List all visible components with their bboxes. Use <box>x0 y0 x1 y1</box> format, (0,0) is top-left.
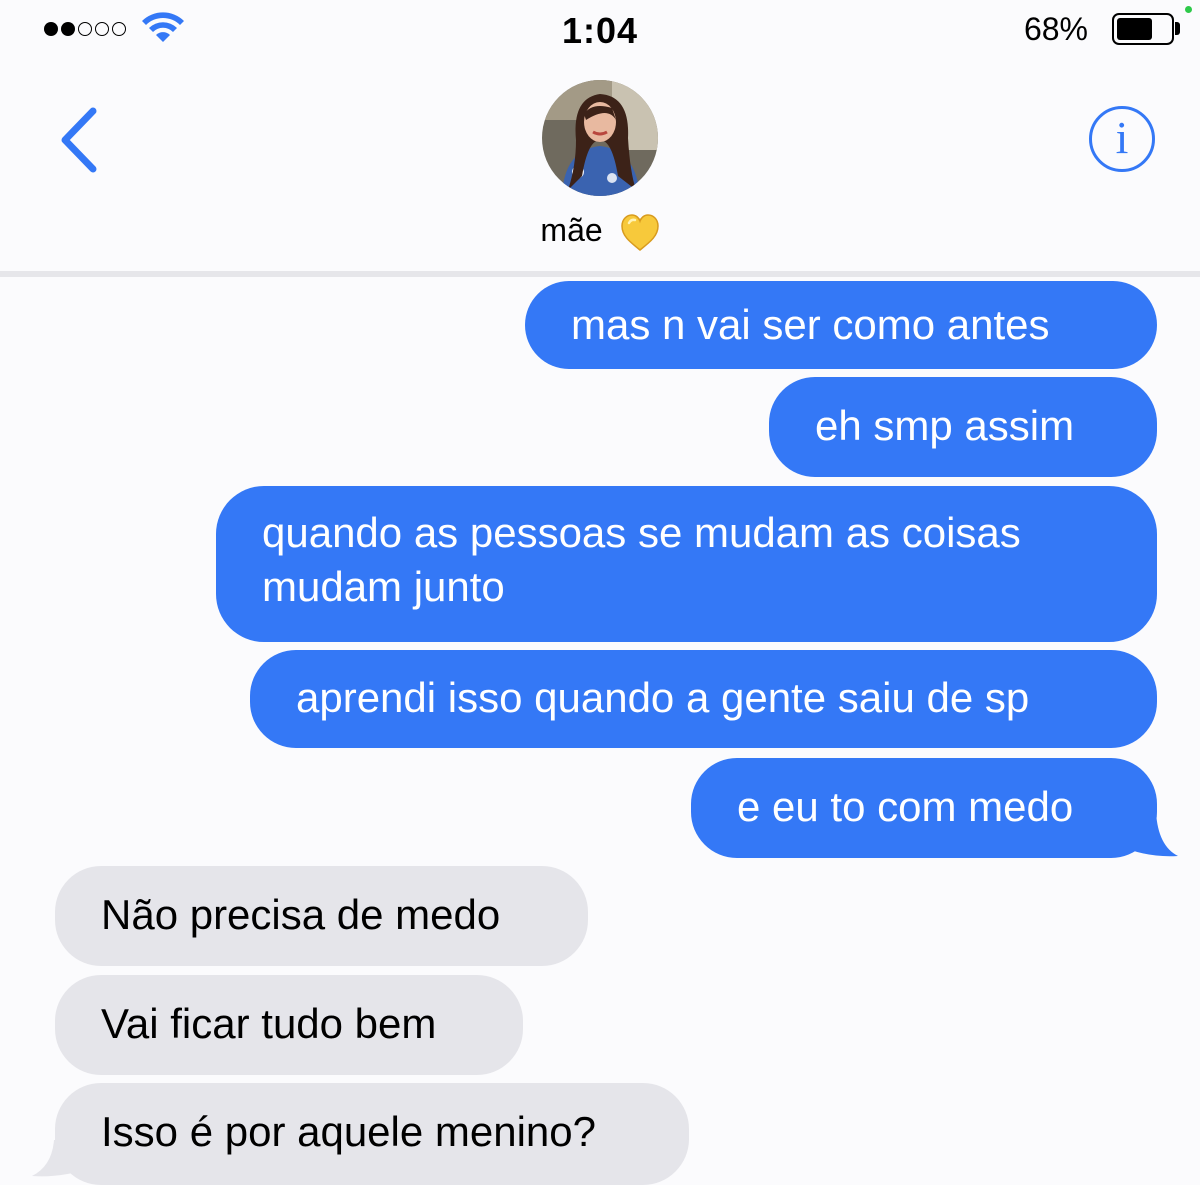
header-divider <box>0 271 1200 277</box>
battery-icon <box>1112 13 1174 45</box>
sent-bubble-tail <box>1120 812 1178 857</box>
battery-tip <box>1175 22 1180 35</box>
contact-name-label: mãe <box>540 212 603 248</box>
battery-fill <box>1117 18 1152 40</box>
message-bubble-sent[interactable]: quando as pessoas se mudam as coisas mud… <box>216 486 1157 642</box>
yellow-heart-icon <box>620 213 659 251</box>
message-bubble-sent[interactable]: mas n vai ser como antes <box>525 281 1157 369</box>
camera-indicator-dot <box>1185 6 1192 13</box>
status-bar: 1:04 68% <box>0 0 1200 60</box>
battery-percentage: 68% <box>1023 11 1088 47</box>
message-bubble-received[interactable]: Isso é por aquele menino? <box>55 1083 689 1185</box>
info-button[interactable]: i <box>1089 106 1155 172</box>
message-bubble-received[interactable]: Não precisa de medo <box>55 866 588 966</box>
contact-name[interactable]: mãe <box>0 212 1200 252</box>
contact-avatar[interactable] <box>542 80 658 196</box>
message-bubble-received[interactable]: Vai ficar tudo bem <box>55 975 523 1075</box>
message-bubble-sent[interactable]: eh smp assim <box>769 377 1157 477</box>
message-bubble-sent[interactable]: aprendi isso quando a gente saiu de sp <box>250 650 1157 748</box>
conversation-header: mãe i <box>0 60 1200 272</box>
clock: 1:04 <box>561 10 639 51</box>
back-chevron-icon[interactable] <box>55 105 105 175</box>
received-bubble-tail <box>32 1140 90 1177</box>
message-bubble-sent[interactable]: e eu to com medo <box>691 758 1157 858</box>
